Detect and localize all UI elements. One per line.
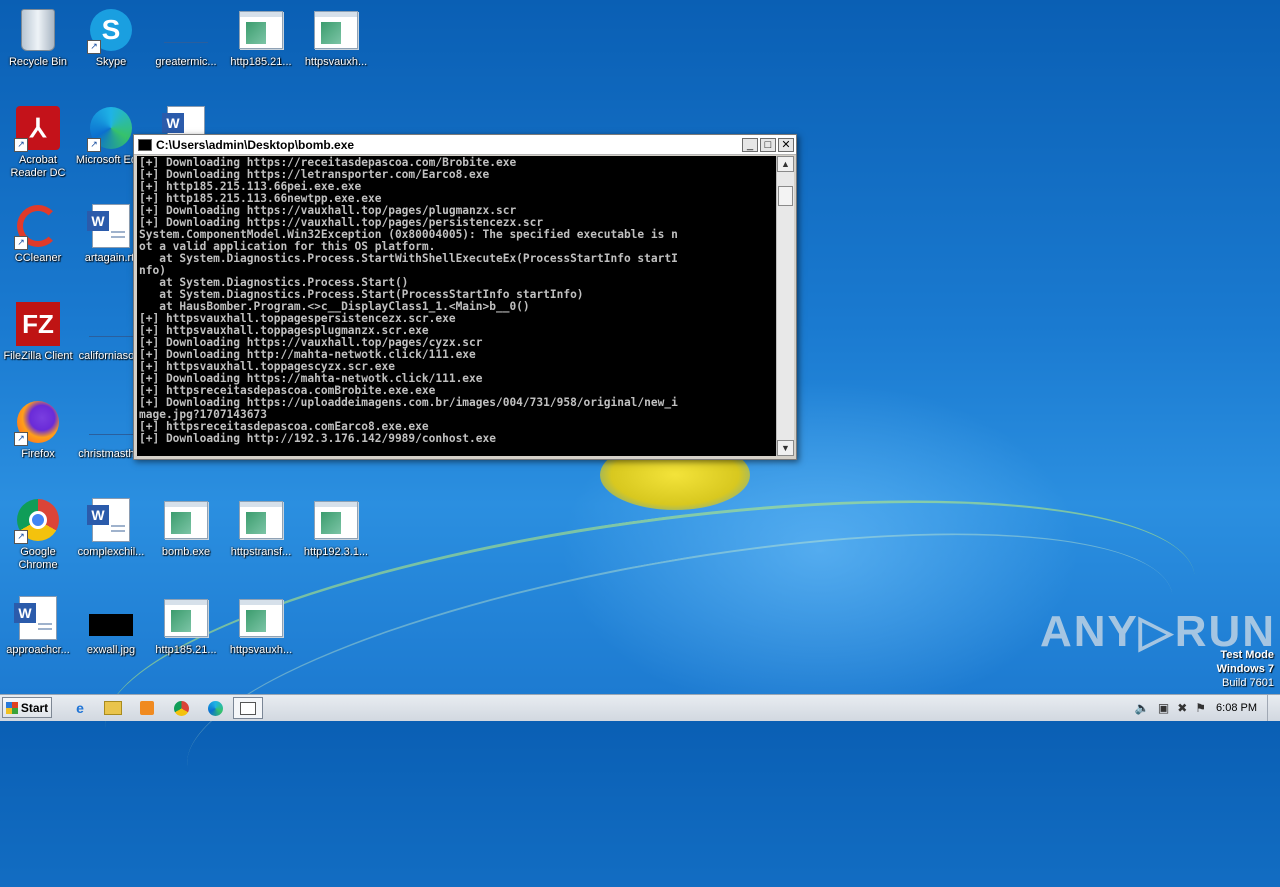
edge-taskbar-icon[interactable]: [205, 698, 225, 718]
filezilla-icon: FZ: [16, 302, 60, 346]
close-button[interactable]: ✕: [778, 137, 794, 152]
console-line: at System.Diagnostics.Process.StartWithS…: [139, 252, 678, 265]
scroll-thumb[interactable]: [778, 186, 793, 206]
os-watermark: Test Mode Windows 7 Build 7601: [1217, 648, 1274, 690]
icon-label: Acrobat Reader DC: [10, 154, 66, 179]
console-taskbar-button[interactable]: [233, 697, 263, 719]
desktop-icon-firefox[interactable]: ↗ Firefox: [0, 394, 76, 461]
desktop-icon-filezilla[interactable]: FZ FileZilla Client: [0, 296, 76, 363]
console-app-icon: [138, 138, 152, 151]
desktop-icon-exwall[interactable]: exwall.jpg: [73, 590, 149, 657]
system-tray: 🔈 ▣ ✖ ⚑ 6:08 PM: [1131, 695, 1280, 721]
word-doc-icon: W: [87, 204, 130, 248]
shortcut-arrow-icon: ↗: [14, 138, 28, 152]
console-window[interactable]: C:\Users\admin\Desktop\bomb.exe _ □ ✕ [+…: [133, 134, 797, 460]
blank-file-icon: [164, 18, 208, 43]
icon-label: Recycle Bin: [8, 56, 68, 68]
security-icon[interactable]: ✖: [1177, 701, 1187, 715]
shortcut-arrow-icon: ↗: [14, 236, 28, 250]
start-button[interactable]: Start: [2, 697, 52, 718]
shortcut-arrow-icon: ↗: [87, 40, 101, 54]
network-icon[interactable]: ▣: [1158, 701, 1169, 715]
word-doc-icon: W: [14, 596, 57, 640]
icon-label: http185.21...: [155, 644, 217, 656]
desktop-icon-http192[interactable]: http192.3.1...: [298, 492, 374, 559]
icon-label: FileZilla Client: [3, 350, 73, 362]
desktop-icon-bomb-exe[interactable]: bomb.exe: [148, 492, 224, 559]
icon-label: Skype: [95, 56, 127, 68]
desktop-icon-approachcr[interactable]: W approachcr...: [0, 590, 76, 657]
console-output[interactable]: [+] Downloading https://receitasdepascoa…: [137, 156, 777, 456]
word-doc-icon: W: [87, 498, 130, 542]
volume-icon[interactable]: 🔈: [1135, 701, 1150, 715]
desktop-icon-httpsvauxh-b[interactable]: httpsvauxh...: [223, 590, 299, 657]
icon-label: bomb.exe: [161, 546, 211, 558]
desktop-icon-acrobat[interactable]: ⅄ ↗ Acrobat Reader DC: [0, 100, 76, 180]
icon-label: httpstransf...: [230, 546, 292, 558]
desktop-icon-skype[interactable]: S ↗ Skype: [73, 2, 149, 69]
icon-label: http185.21...: [230, 56, 292, 68]
show-desktop-button[interactable]: [1267, 695, 1280, 721]
console-line: [+] Downloading http://192.3.176.142/998…: [139, 432, 496, 445]
chrome-taskbar-icon[interactable]: [171, 698, 191, 718]
icon-label: complexchil...: [77, 546, 145, 558]
clock[interactable]: 6:08 PM: [1216, 702, 1257, 714]
image-file-icon: [89, 614, 133, 636]
exe-file-icon: [314, 11, 358, 49]
icon-label: Firefox: [21, 448, 55, 460]
scroll-up-arrow-icon[interactable]: ▲: [777, 156, 794, 172]
desktop-icon-httpstransf[interactable]: httpstransf...: [223, 492, 299, 559]
icon-label: Google Chrome: [18, 546, 58, 571]
console-scrollbar[interactable]: ▲ ▼: [776, 156, 794, 456]
start-label: Start: [20, 700, 49, 715]
desktop-icon-recycle-bin[interactable]: Recycle Bin: [0, 2, 76, 69]
desktop-icon-chrome[interactable]: ↗ Google Chrome: [0, 492, 76, 572]
desktop-icon-http185-b[interactable]: http185.21...: [148, 590, 224, 657]
desktop-icon-complexchil[interactable]: W complexchil...: [73, 492, 149, 559]
icon-label: CCleaner: [14, 252, 62, 264]
blank-file-icon: [89, 312, 133, 337]
console-title: C:\Users\admin\Desktop\bomb.exe: [156, 137, 355, 152]
console-titlebar[interactable]: C:\Users\admin\Desktop\bomb.exe _ □ ✕: [134, 135, 796, 155]
desktop-icon-http185-a[interactable]: http185.21...: [223, 2, 299, 69]
recycle-bin-icon: [21, 9, 55, 51]
windows-version-label: Windows 7: [1216, 663, 1274, 675]
taskbar: Start e 🔈 ▣ ✖ ⚑ 6:08 PM: [0, 694, 1280, 721]
exe-file-icon: [164, 599, 208, 637]
shortcut-arrow-icon: ↗: [14, 432, 28, 446]
ie-taskbar-icon[interactable]: e: [70, 698, 90, 718]
icon-label: httpsvauxh...: [229, 644, 293, 656]
shortcut-arrow-icon: ↗: [87, 138, 101, 152]
shortcut-arrow-icon: ↗: [14, 530, 28, 544]
exe-file-icon: [239, 501, 283, 539]
exe-file-icon: [164, 501, 208, 539]
media-player-taskbar-icon[interactable]: [137, 698, 157, 718]
exe-file-icon: [314, 501, 358, 539]
test-mode-label: Test Mode: [1220, 649, 1274, 661]
windows-logo-icon: [5, 701, 18, 714]
icon-label: http192.3.1...: [303, 546, 369, 558]
scroll-down-arrow-icon[interactable]: ▼: [777, 440, 794, 456]
desktop-icon-httpsvauxh-a[interactable]: httpsvauxh...: [298, 2, 374, 69]
icon-label: greatermic...: [155, 56, 217, 68]
build-label: Build 7601: [1222, 677, 1274, 689]
icon-label: approachcr...: [6, 644, 70, 656]
icon-label: httpsvauxh...: [304, 56, 368, 68]
blank-file-icon: [89, 410, 133, 435]
action-center-flag-icon[interactable]: ⚑: [1195, 701, 1206, 715]
maximize-button[interactable]: □: [760, 137, 776, 152]
console-text: [+] Downloading https://receitasdepascoa…: [137, 156, 777, 446]
minimize-button[interactable]: _: [742, 137, 758, 152]
desktop-icon-ccleaner[interactable]: ↗ CCleaner: [0, 198, 76, 265]
explorer-taskbar-icon[interactable]: [103, 698, 123, 718]
exe-file-icon: [239, 11, 283, 49]
desktop-icon-greatermic[interactable]: greatermic...: [148, 2, 224, 69]
exe-file-icon: [239, 599, 283, 637]
icon-label: exwall.jpg: [86, 644, 136, 656]
